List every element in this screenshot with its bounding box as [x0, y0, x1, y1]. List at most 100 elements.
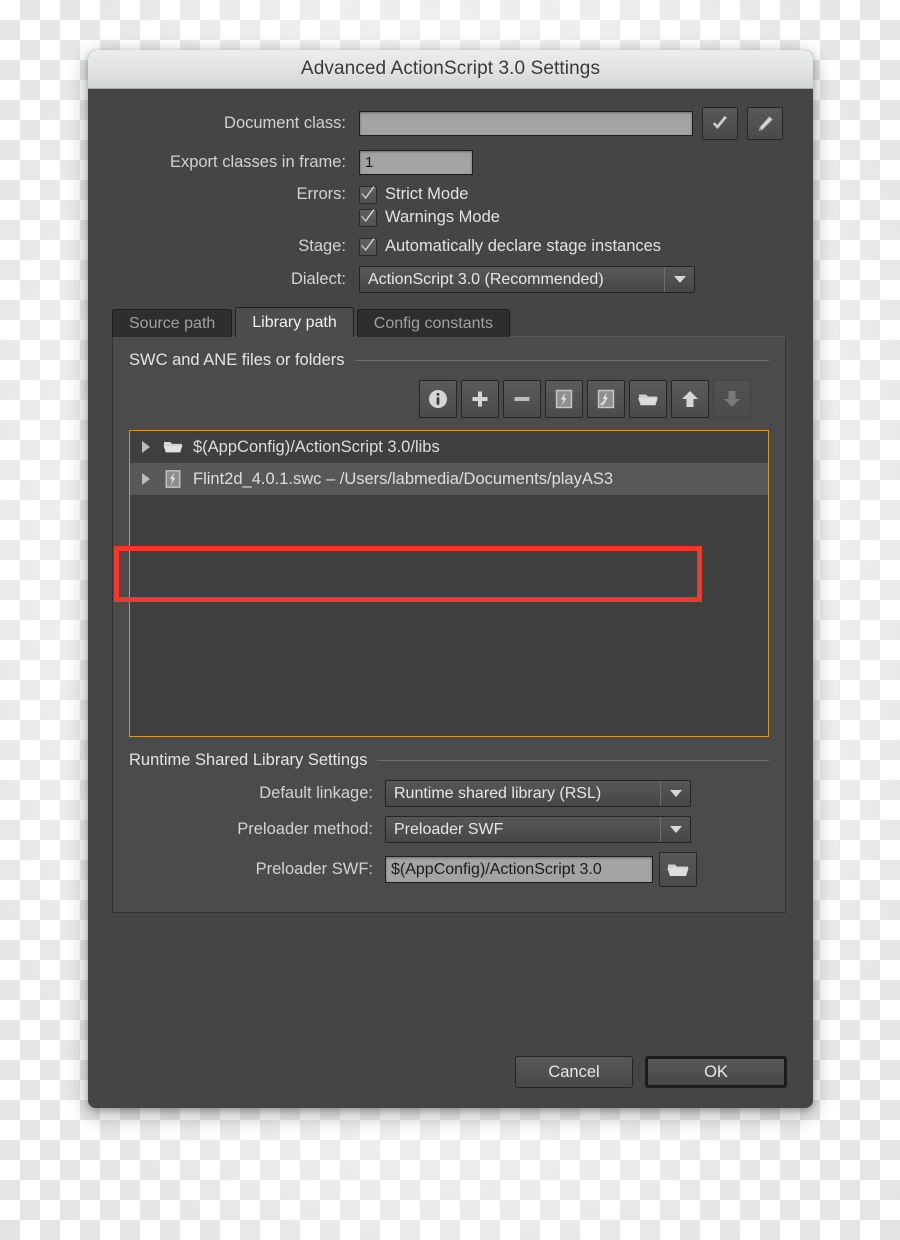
- group-divider: [377, 760, 769, 761]
- chevron-down-icon: [669, 826, 682, 833]
- dialect-dropdown-arrow[interactable]: [664, 267, 694, 292]
- minus-icon: [514, 397, 530, 401]
- chevron-down-icon: [673, 276, 686, 283]
- preloader-swf-browse-button[interactable]: [659, 852, 697, 887]
- errors-label: Errors:: [296, 185, 347, 203]
- document-class-row: Document class:: [88, 107, 813, 140]
- preloader-method-value: Preloader SWF: [394, 820, 504, 838]
- check-icon: [361, 208, 375, 222]
- rsl-group-title: Runtime Shared Library Settings: [129, 751, 368, 769]
- document-class-input[interactable]: [359, 111, 693, 136]
- tab-source-path-label: Source path: [129, 314, 216, 332]
- preloader-swf-input[interactable]: $(AppConfig)/ActionScript 3.0: [385, 856, 653, 883]
- folder-icon: [638, 394, 658, 406]
- move-down-button[interactable]: [713, 380, 751, 418]
- document-class-label: Document class:: [224, 114, 346, 132]
- disclosure-triangle-icon[interactable]: [142, 441, 150, 453]
- swc-ane-group-title: SWC and ANE files or folders: [129, 351, 345, 369]
- move-up-button[interactable]: [671, 380, 709, 418]
- auto-declare-stage-instances-checkbox[interactable]: [359, 237, 377, 256]
- list-item[interactable]: Flint2d_4.0.1.swc – /Users/labmedia/Docu…: [130, 463, 768, 495]
- default-linkage-dropdown-arrow[interactable]: [660, 781, 690, 806]
- plus-icon: [472, 391, 488, 407]
- chevron-down-icon: [669, 790, 682, 797]
- strict-mode-checkbox[interactable]: [359, 185, 377, 204]
- document-class-edit-button[interactable]: [747, 107, 783, 140]
- folder-icon: [667, 864, 689, 876]
- info-icon: [429, 390, 447, 408]
- dialect-select[interactable]: ActionScript 3.0 (Recommended): [359, 266, 695, 293]
- default-linkage-value: Runtime shared library (RSL): [394, 784, 602, 802]
- errors-row-warnings: Warnings Mode: [88, 208, 813, 227]
- dialog-titlebar: Advanced ActionScript 3.0 Settings: [88, 50, 813, 89]
- dialog-footer: Cancel OK: [503, 1056, 787, 1088]
- check-icon: [361, 185, 375, 199]
- folder-icon: [162, 438, 184, 456]
- preloader-swf-row: Preloader SWF: $(AppConfig)/ActionScript…: [129, 852, 769, 887]
- group-divider: [354, 360, 769, 361]
- check-icon: [361, 237, 375, 251]
- rsl-group-header: Runtime Shared Library Settings: [129, 751, 769, 770]
- auto-declare-stage-instances-label: Automatically declare stage instances: [385, 237, 662, 255]
- warnings-mode-checkbox[interactable]: [359, 208, 377, 227]
- preloader-method-row: Preloader method: Preloader SWF: [129, 816, 769, 843]
- warnings-mode-checkbox-row[interactable]: Warnings Mode: [359, 208, 500, 227]
- list-item[interactable]: $(AppConfig)/ActionScript 3.0/libs: [130, 431, 768, 463]
- settings-tabs: Source path Library path Config constant…: [112, 307, 813, 913]
- tab-library-path[interactable]: Library path: [235, 307, 354, 337]
- info-button[interactable]: [419, 380, 457, 418]
- library-paths-listbox[interactable]: $(AppConfig)/ActionScript 3.0/libs Flint…: [129, 430, 769, 737]
- swc-file-icon: [555, 389, 573, 409]
- ane-file-icon: [597, 389, 615, 409]
- preloader-method-label: Preloader method:: [237, 820, 373, 838]
- default-linkage-label: Default linkage:: [259, 784, 373, 802]
- export-frame-label: Export classes in frame:: [169, 153, 346, 171]
- preloader-method-dropdown-arrow[interactable]: [660, 817, 690, 842]
- cancel-button[interactable]: Cancel: [515, 1056, 633, 1088]
- library-list-toolbar: [129, 380, 769, 418]
- strict-mode-checkbox-row[interactable]: Strict Mode: [359, 185, 468, 204]
- add-button[interactable]: [461, 380, 499, 418]
- dialect-row: Dialect: ActionScript 3.0 (Recommended): [88, 266, 813, 293]
- dialect-label: Dialect:: [290, 270, 346, 288]
- check-icon: [713, 115, 727, 129]
- default-linkage-select[interactable]: Runtime shared library (RSL): [385, 780, 691, 807]
- arrow-up-icon: [682, 391, 698, 407]
- pencil-icon: [758, 115, 774, 131]
- swc-ane-group-header: SWC and ANE files or folders: [129, 351, 769, 370]
- default-linkage-row: Default linkage: Runtime shared library …: [129, 780, 769, 807]
- document-class-field-group: [359, 107, 783, 140]
- dialect-value: ActionScript 3.0 (Recommended): [368, 270, 604, 288]
- general-settings-form: Document class: Export classes in frame:…: [88, 89, 813, 293]
- dialog-title: Advanced ActionScript 3.0 Settings: [300, 58, 601, 79]
- stage-row: Stage: Automatically declare stage insta…: [88, 237, 813, 256]
- tabstrip: Source path Library path Config constant…: [112, 307, 813, 337]
- preloader-swf-label: Preloader SWF:: [255, 860, 373, 878]
- preloader-method-select[interactable]: Preloader SWF: [385, 816, 691, 843]
- dialog-body: Document class: Export classes in frame:…: [88, 89, 813, 1108]
- tab-source-path[interactable]: Source path: [112, 309, 233, 337]
- browse-ane-button[interactable]: [587, 380, 625, 418]
- disclosure-triangle-icon[interactable]: [142, 473, 150, 485]
- list-item-label: Flint2d_4.0.1.swc – /Users/labmedia/Docu…: [193, 469, 614, 488]
- remove-button[interactable]: [503, 380, 541, 418]
- browse-swc-button[interactable]: [545, 380, 583, 418]
- runtime-shared-library-section: Runtime Shared Library Settings Default …: [129, 751, 769, 887]
- tab-config-constants[interactable]: Config constants: [356, 309, 510, 337]
- library-path-panel: SWC and ANE files or folders $(AppConfig…: [112, 336, 786, 913]
- tab-library-path-label: Library path: [252, 313, 337, 331]
- errors-row-strict: Errors: Strict Mode: [88, 185, 813, 204]
- ok-button[interactable]: OK: [645, 1056, 787, 1088]
- browse-folder-button[interactable]: [629, 380, 667, 418]
- strict-mode-label: Strict Mode: [385, 185, 469, 203]
- document-class-check-button[interactable]: [702, 107, 738, 140]
- advanced-actionscript-settings-dialog: Advanced ActionScript 3.0 Settings Docum…: [88, 50, 813, 1108]
- warnings-mode-label: Warnings Mode: [385, 208, 500, 226]
- arrow-down-icon: [724, 391, 740, 407]
- list-item-label: $(AppConfig)/ActionScript 3.0/libs: [193, 437, 440, 456]
- stage-label: Stage:: [298, 237, 346, 255]
- tab-config-constants-label: Config constants: [373, 314, 493, 332]
- export-frame-row: Export classes in frame: 1: [88, 150, 813, 175]
- export-frame-input[interactable]: 1: [359, 150, 473, 175]
- auto-declare-checkbox-row[interactable]: Automatically declare stage instances: [359, 237, 661, 256]
